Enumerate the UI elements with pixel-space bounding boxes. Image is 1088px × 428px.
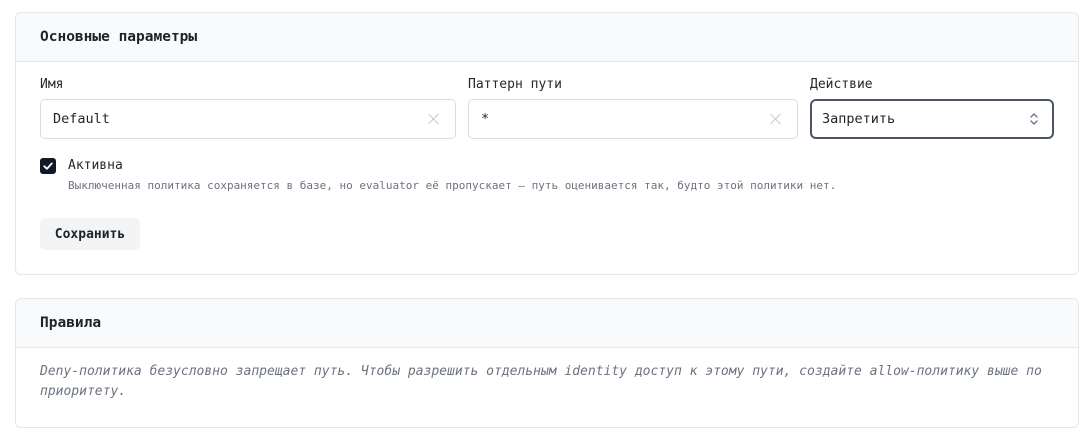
name-label: Имя (40, 77, 64, 92)
active-checkbox[interactable] (40, 158, 56, 174)
check-icon (43, 162, 53, 170)
main-parameters-card: Основные параметры Имя Default Паттерн п… (15, 12, 1079, 275)
path-pattern-input[interactable]: * (468, 99, 798, 139)
action-label: Действие (810, 77, 873, 92)
close-icon[interactable] (427, 112, 441, 126)
path-pattern-value: * (481, 111, 490, 127)
rules-header: Правила (16, 299, 1078, 348)
rules-description: Deny-политика безусловно запрещает путь.… (40, 364, 1042, 399)
main-parameters-header: Основные параметры (16, 13, 1078, 62)
chevron-up-down-icon (1030, 113, 1038, 125)
section-title: Основные параметры (40, 29, 198, 45)
active-checkbox-hint: Выключенная политика сохраняется в базе,… (68, 179, 837, 192)
action-select[interactable]: Запретить (810, 99, 1054, 139)
action-selected-value: Запретить (822, 111, 896, 127)
active-checkbox-label[interactable]: Активна (68, 158, 123, 173)
save-button[interactable]: Сохранить (40, 218, 140, 250)
name-input[interactable]: Default (40, 99, 456, 139)
close-icon[interactable] (769, 112, 783, 126)
rules-card: Правила Deny-политика безусловно запреща… (15, 298, 1079, 428)
path-pattern-label: Паттерн пути (468, 77, 562, 92)
section-title: Правила (40, 315, 102, 331)
name-value: Default (53, 111, 110, 127)
